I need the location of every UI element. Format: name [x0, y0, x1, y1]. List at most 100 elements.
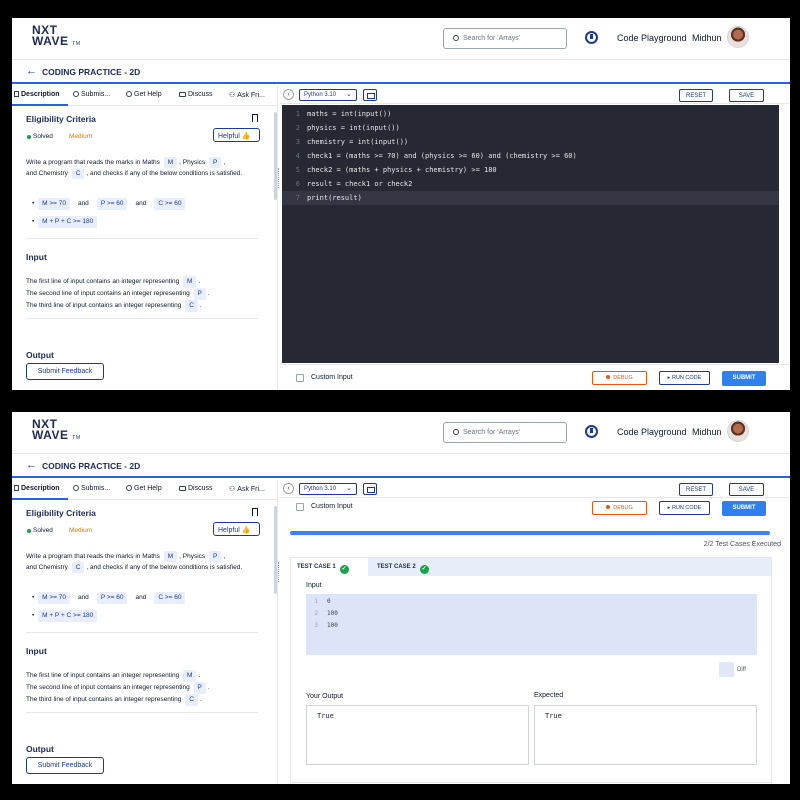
back-arrow-icon[interactable]: ← [26, 65, 37, 77]
expected-output-box: True [534, 705, 757, 765]
solved-dot [27, 135, 31, 139]
timer-icon[interactable] [585, 31, 598, 44]
save-button[interactable]: SAVE [729, 483, 764, 496]
solved-dot [27, 529, 31, 533]
custom-input-checkbox[interactable] [296, 374, 304, 382]
language-select[interactable]: Python 3.10 ⌄ [299, 89, 357, 101]
tab-test-case-2[interactable]: TEST CASE 2 ✓ [371, 558, 451, 576]
tab-submissions[interactable]: Submis... [73, 485, 110, 492]
output-heading: Output [26, 744, 54, 754]
scrollbar[interactable] [274, 112, 277, 200]
chevron-left-icon[interactable]: ‹ [283, 89, 294, 100]
username-label[interactable]: Midhun [692, 427, 722, 437]
active-tab-indicator [12, 498, 68, 500]
editor-action-bar: Custom Input DEBUG ▸ RUN CODE SUBMIT [280, 364, 790, 390]
tab-discuss[interactable]: Discuss [179, 91, 213, 98]
diff-toggle[interactable] [719, 662, 734, 677]
back-arrow-icon[interactable]: ← [26, 459, 37, 471]
debug-button[interactable]: DEBUG [592, 371, 647, 385]
tab-discuss[interactable]: Discuss [179, 485, 213, 492]
problem-tabs: Description Submis... Get Help Discuss ⚇… [12, 480, 278, 500]
submit-feedback-button[interactable]: Submit Feedback [26, 757, 104, 774]
tab-submissions[interactable]: Submis... [73, 91, 110, 98]
save-button[interactable]: SAVE [729, 89, 764, 102]
nxtwave-logo[interactable]: NXT WAVE TM [32, 418, 81, 444]
search-icon [453, 429, 459, 435]
code-line-active: 7 print(result) [282, 191, 779, 205]
submit-button[interactable]: SUBMIT [722, 501, 766, 516]
practice-header: ← CODING PRACTICE - 2D [12, 454, 790, 478]
expected-label: Expected [534, 692, 564, 699]
divider [26, 318, 258, 319]
bookmark-icon[interactable] [252, 508, 258, 516]
code-line: 2 physics = int(input()) [295, 124, 400, 132]
condition-1: • M >= 70 and P >= 60 and C >= 60 [32, 592, 187, 604]
avatar[interactable] [727, 26, 749, 48]
tab-get-help[interactable]: Get Help [126, 91, 162, 98]
custom-input-checkbox[interactable] [296, 503, 304, 511]
submit-button[interactable]: SUBMIT [722, 371, 766, 386]
debug-button[interactable]: DEBUG [592, 501, 647, 515]
condition-2: • M + P + C >= 180 [32, 610, 99, 622]
search-icon [453, 35, 459, 41]
helpful-button[interactable]: Helpful 👍 [213, 128, 260, 142]
code-line: 4 check1 = (maths >= 70) and (physics >= … [295, 152, 577, 160]
page-title: CODING PRACTICE - 2D [42, 461, 141, 471]
tab-test-case-1[interactable]: TEST CASE 1 ✓ [291, 558, 368, 576]
code-playground-link[interactable]: Code Playground [617, 427, 687, 437]
search-input[interactable]: Search for 'Arrays' [443, 422, 567, 443]
tab-get-help[interactable]: Get Help [126, 485, 162, 492]
reset-button[interactable]: RESET [679, 483, 713, 496]
run-code-button[interactable]: ▸ RUN CODE [659, 501, 710, 515]
input-line: 3 100 [314, 622, 338, 629]
tab-description[interactable]: Description [14, 91, 60, 98]
code-line: 6 result = check1 or check2 [295, 180, 413, 188]
submit-feedback-button[interactable]: Submit Feedback [26, 363, 104, 380]
your-output-box: True [306, 705, 529, 765]
page-title: CODING PRACTICE - 2D [42, 67, 141, 77]
format-icon[interactable] [363, 483, 377, 495]
input-description-1: The first line of input contains an inte… [26, 670, 200, 682]
tab-description[interactable]: Description [14, 485, 60, 492]
language-select[interactable]: Python 3.10 ⌄ [299, 483, 357, 495]
bookmark-icon[interactable] [252, 114, 258, 122]
screenshot-results-view: NXT WAVE TM Search for 'Arrays' Code Play… [12, 412, 790, 784]
top-navigation-bar: NXT WAVE TM Search for 'Arrays' Code Play… [12, 412, 790, 454]
code-line: 5 check2 = (maths + physics + chemistry) … [295, 166, 497, 174]
username-label[interactable]: Midhun [692, 33, 722, 43]
code-playground-link[interactable]: Code Playground [617, 33, 687, 43]
scrollbar[interactable] [274, 506, 277, 594]
test-case-panel: TEST CASE 1 ✓ TEST CASE 2 ✓ Input 10 2 100 … [290, 557, 772, 783]
format-icon[interactable] [363, 89, 377, 101]
input-label: Input [306, 582, 322, 589]
code-editor[interactable]: 1 maths = int(input()) 2 physics = int(inp… [282, 105, 779, 363]
reset-button[interactable]: RESET [679, 89, 713, 102]
your-output-label: Your Output [306, 693, 344, 700]
run-code-button[interactable]: ▸ RUN CODE [659, 371, 710, 385]
screenshot-editor-view: NXT WAVE TM Search for 'Arrays' Code Play… [12, 18, 790, 390]
custom-input-label: Custom Input [311, 503, 353, 510]
chat-icon [179, 486, 186, 491]
input-description-1: The first line of input contains an inte… [26, 276, 200, 288]
input-heading: Input [26, 646, 47, 656]
tab-ask-friends[interactable]: ⚇ Ask Fri... [229, 91, 265, 99]
code-line: 1 maths = int(input()) [295, 110, 392, 118]
problem-statement: Write a program that reads the marks in … [26, 157, 243, 179]
condition-2: • M + P + C >= 180 [32, 216, 99, 228]
difficulty-badge: Medium [69, 133, 93, 140]
thumbs-up-icon: 👍 [241, 133, 251, 140]
input-line: 10 [314, 598, 331, 605]
test-input-box: 10 2 100 3 100 [306, 594, 757, 655]
helpful-button[interactable]: Helpful 👍 [213, 522, 260, 536]
chevron-down-icon: ⌄ [346, 485, 352, 492]
chevron-left-icon[interactable]: ‹ [283, 483, 294, 494]
tab-ask-friends[interactable]: ⚇ Ask Fri... [229, 485, 265, 493]
nxtwave-logo[interactable]: NXT WAVE TM [32, 24, 81, 50]
status-badge: Solved [33, 527, 53, 534]
chevron-down-icon: ⌄ [346, 91, 352, 98]
results-panel: ‹ Python 3.10 ⌄ RESET SAVE Custom Input D… [280, 480, 790, 784]
clock-icon [73, 485, 79, 491]
timer-icon[interactable] [585, 425, 598, 438]
search-input[interactable]: Search for 'Arrays' [443, 28, 567, 49]
avatar[interactable] [727, 420, 749, 442]
